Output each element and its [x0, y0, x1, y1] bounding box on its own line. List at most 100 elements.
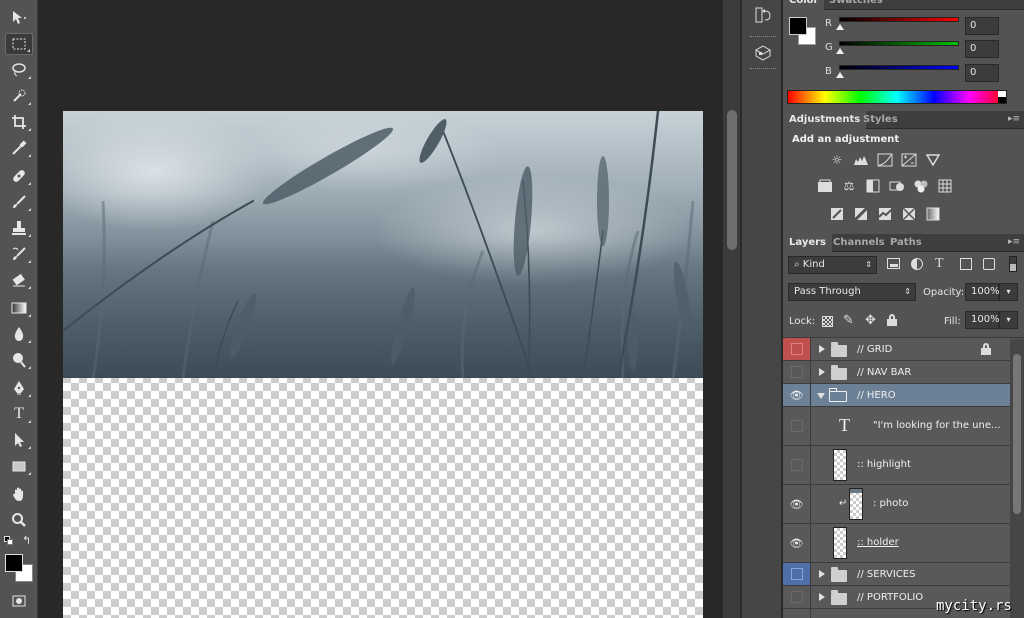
dock-grip[interactable] — [750, 36, 776, 39]
lock-position-icon[interactable]: ✥ — [865, 313, 876, 328]
threshold-icon[interactable] — [876, 206, 894, 222]
red-channel-slider[interactable] — [839, 17, 959, 22]
tab-layers[interactable]: Layers — [783, 234, 832, 252]
pen-tool-icon[interactable] — [5, 377, 33, 399]
blue-channel-value[interactable]: 0 — [965, 64, 999, 82]
opacity-input[interactable]: 100% — [965, 283, 1000, 301]
channel-mixer-icon[interactable] — [912, 178, 930, 194]
collapse-arrow-icon[interactable] — [817, 393, 825, 399]
blue-slider-knob[interactable] — [836, 72, 844, 78]
gradient-tool-icon[interactable] — [5, 297, 33, 319]
tab-styles[interactable]: Styles — [857, 111, 904, 129]
default-colors-icon[interactable] — [4, 536, 14, 546]
green-channel-slider[interactable] — [839, 41, 959, 46]
dodge-tool-icon[interactable] — [5, 349, 33, 371]
path-selection-tool-icon[interactable] — [5, 429, 33, 451]
layer-row-highlight[interactable]: :: highlight — [783, 446, 1010, 485]
visibility-toggle[interactable] — [783, 563, 811, 585]
history-brush-tool-icon[interactable] — [5, 243, 33, 265]
fill-dropdown-icon[interactable]: ▾ — [999, 311, 1018, 329]
dock-grip[interactable] — [750, 68, 776, 71]
expand-arrow-icon[interactable] — [819, 570, 825, 578]
visibility-toggle[interactable] — [783, 338, 811, 360]
photo-filter-icon[interactable] — [888, 178, 906, 194]
lock-image-pixels-icon[interactable]: ✎ — [843, 313, 854, 328]
layers-scrollbar[interactable] — [1010, 340, 1024, 618]
quick-mask-icon[interactable] — [5, 590, 33, 612]
zoom-tool-icon[interactable] — [5, 509, 33, 531]
expand-arrow-icon[interactable] — [819, 345, 825, 353]
filter-shape-icon[interactable] — [960, 258, 972, 270]
filter-toggle-switch[interactable] — [1009, 256, 1017, 272]
brush-tool-icon[interactable] — [5, 191, 33, 213]
color-balance-icon[interactable]: ⚖ — [840, 178, 858, 194]
fill-input[interactable]: 100% — [965, 311, 1000, 329]
opacity-dropdown-icon[interactable]: ▾ — [999, 283, 1018, 301]
scrollbar-thumb[interactable] — [727, 110, 737, 250]
visibility-toggle[interactable] — [783, 586, 811, 608]
color-foreground-swatch[interactable] — [789, 17, 807, 35]
brightness-contrast-icon[interactable]: ☼ — [828, 152, 846, 168]
filter-type-icon[interactable]: T — [935, 256, 944, 272]
vibrance-icon[interactable] — [924, 152, 942, 168]
blue-channel-slider[interactable] — [839, 65, 959, 70]
green-channel-value[interactable]: 0 — [965, 40, 999, 58]
healing-brush-tool-icon[interactable] — [5, 165, 33, 187]
selective-color-icon[interactable] — [900, 206, 918, 222]
tab-paths[interactable]: Paths — [884, 234, 928, 252]
black-white-swatch[interactable] — [998, 91, 1006, 103]
history-panel-icon[interactable] — [752, 4, 774, 26]
layer-row-holder[interactable]: 👁 :: holder — [783, 524, 1010, 563]
lasso-tool-icon[interactable] — [5, 59, 33, 81]
color-spectrum-bar[interactable] — [787, 90, 1007, 104]
panel-menu-icon[interactable]: ▸≡ — [1008, 114, 1020, 124]
tab-adjustments[interactable]: Adjustments — [783, 111, 867, 129]
crop-tool-icon[interactable] — [5, 111, 33, 133]
rectangle-tool-icon[interactable] — [5, 455, 33, 477]
layer-row-text[interactable]: T "I'm looking for the une... — [783, 407, 1010, 446]
canvas-vertical-scrollbar[interactable] — [722, 0, 740, 618]
document-canvas[interactable] — [63, 111, 703, 618]
marquee-tool-icon[interactable] — [5, 33, 33, 55]
curves-icon[interactable] — [876, 152, 894, 168]
posterize-icon[interactable] — [852, 206, 870, 222]
blend-mode-select[interactable]: Pass Through ⇕ — [788, 283, 916, 301]
layer-row-hero[interactable]: 👁 // HERO — [783, 384, 1010, 407]
black-white-icon[interactable] — [864, 178, 882, 194]
visibility-toggle[interactable]: 👁 — [783, 524, 811, 562]
gradient-map-icon[interactable] — [924, 206, 942, 222]
type-tool-icon[interactable]: T — [5, 403, 33, 425]
exposure-icon[interactable] — [900, 152, 918, 168]
layer-row-nav-bar[interactable]: // NAV BAR — [783, 361, 1010, 384]
tab-channels[interactable]: Channels — [827, 234, 891, 252]
layers-panel-menu-icon[interactable]: ▸≡ — [1008, 237, 1020, 247]
layer-filter-kind-select[interactable]: ⌕ Kind ⇕ — [788, 256, 877, 274]
eyedropper-tool-icon[interactable] — [5, 137, 33, 159]
eraser-tool-icon[interactable] — [5, 269, 33, 291]
layers-scrollbar-thumb[interactable] — [1013, 354, 1021, 514]
expand-arrow-icon[interactable] — [819, 368, 825, 376]
properties-panel-icon[interactable] — [752, 42, 774, 64]
visibility-toggle[interactable] — [783, 361, 811, 383]
move-tool-icon[interactable] — [5, 7, 33, 29]
red-channel-value[interactable]: 0 — [965, 17, 999, 35]
quick-selection-tool-icon[interactable] — [5, 85, 33, 107]
visibility-toggle[interactable] — [783, 609, 811, 618]
hue-saturation-icon[interactable] — [816, 178, 834, 194]
visibility-toggle[interactable] — [783, 407, 811, 445]
invert-icon[interactable] — [828, 206, 846, 222]
visibility-toggle[interactable] — [783, 446, 811, 484]
green-slider-knob[interactable] — [836, 48, 844, 54]
foreground-color-swatch[interactable] — [5, 554, 23, 572]
color-lookup-icon[interactable] — [936, 178, 954, 194]
hand-tool-icon[interactable] — [5, 483, 33, 505]
tab-color[interactable]: Color — [783, 0, 825, 10]
expand-arrow-icon[interactable] — [819, 593, 825, 601]
levels-icon[interactable] — [852, 152, 870, 168]
layer-row-photo[interactable]: 👁 ↵ : photo — [783, 485, 1010, 524]
filter-adjustment-icon[interactable] — [911, 258, 923, 270]
tab-swatches[interactable]: Swatches — [823, 0, 889, 10]
lock-all-icon[interactable] — [887, 314, 897, 326]
swap-colors-icon[interactable]: ↰ — [22, 534, 31, 547]
visibility-toggle[interactable]: 👁 — [783, 384, 811, 406]
